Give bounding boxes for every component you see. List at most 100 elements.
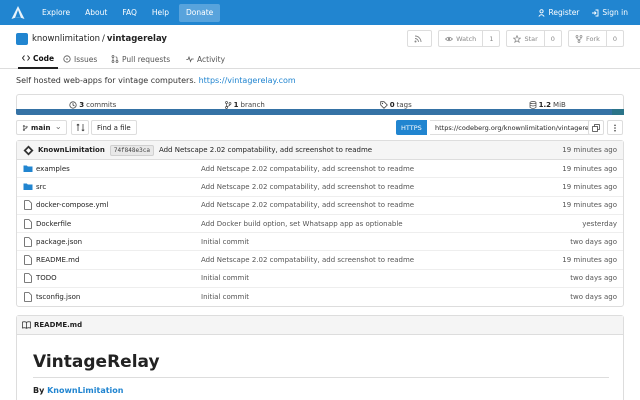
codeberg-logo-icon[interactable]	[10, 5, 26, 21]
tab-pull-requests[interactable]: Pull requests	[111, 49, 170, 69]
author-avatar[interactable]	[23, 145, 34, 156]
repo-avatar	[16, 33, 28, 45]
watch-count[interactable]: 1	[482, 31, 499, 46]
file-name[interactable]: docker-compose.yml	[36, 201, 108, 209]
star-count[interactable]: 0	[543, 31, 561, 46]
readme-divider	[33, 377, 609, 378]
register-link[interactable]: Register	[537, 8, 580, 17]
commits-count: 3	[79, 100, 85, 109]
fork-icon	[575, 34, 583, 43]
file-icon	[23, 218, 33, 229]
tab-activity[interactable]: Activity	[186, 49, 225, 69]
clone-protocol-https[interactable]: HTTPS	[396, 120, 427, 135]
copy-icon	[592, 123, 600, 132]
donate-button[interactable]: Donate	[178, 3, 221, 22]
repo-header: knownlimitation / vintagerelay Watch 1 S…	[16, 30, 624, 47]
file-name[interactable]: package.json	[36, 238, 82, 246]
copy-clone-url-button[interactable]	[588, 120, 604, 135]
find-file-button[interactable]: Find a file	[91, 120, 137, 135]
file-commit-message[interactable]: Add Docker build option, set Whatsapp ap…	[201, 220, 403, 228]
user-add-icon	[537, 8, 545, 17]
file-row-todo[interactable]: TODO Initial commit two days ago	[17, 270, 623, 289]
file-name[interactable]: tsconfig.json	[36, 293, 80, 301]
book-icon	[22, 321, 31, 329]
file-row-readme[interactable]: README.md Add Netscape 2.02 compatabilit…	[17, 251, 623, 270]
nav-help[interactable]: Help	[152, 0, 169, 25]
readme-byline: By KnownLimitation	[33, 386, 123, 395]
commit-message-link[interactable]: Add Netscape 2.02 compatability, add scr…	[159, 146, 372, 154]
repo-owner-link[interactable]: knownlimitation	[32, 34, 100, 44]
code-icon	[22, 55, 30, 61]
nav-explore[interactable]: Explore	[42, 0, 70, 25]
file-row-dockerfile[interactable]: Dockerfile Add Docker build option, set …	[17, 215, 623, 234]
language-bar-secondary-segment[interactable]	[612, 109, 624, 115]
signin-link[interactable]: Sign in	[591, 8, 628, 17]
history-icon	[69, 100, 77, 109]
compare-button[interactable]	[71, 120, 89, 135]
file-row-examples[interactable]: examples Add Netscape 2.02 compatability…	[17, 160, 623, 179]
commit-sha-link[interactable]: 74f848e3ca	[109, 144, 154, 156]
chevron-down-icon	[56, 126, 61, 129]
compare-icon	[76, 123, 84, 132]
watch-button[interactable]: Watch 1	[438, 30, 501, 47]
readme-filename[interactable]: README.md	[34, 321, 82, 329]
file-name[interactable]: src	[36, 183, 46, 191]
file-row-package-json[interactable]: package.json Initial commit two days ago	[17, 233, 623, 252]
readme-title: VintageRelay	[33, 352, 160, 372]
clone-options-button[interactable]	[607, 120, 623, 135]
branches-label: branch	[240, 100, 265, 109]
fork-button[interactable]: Fork 0	[567, 30, 624, 47]
file-name[interactable]: README.md	[36, 256, 79, 264]
pulse-icon	[186, 55, 194, 63]
file-commit-message[interactable]: Add Netscape 2.02 compatability, add scr…	[201, 201, 414, 209]
commits-label: commits	[86, 100, 117, 109]
register-label: Register	[548, 8, 580, 17]
file-icon	[23, 273, 33, 284]
file-name[interactable]: Dockerfile	[36, 220, 71, 228]
file-commit-message[interactable]: Add Netscape 2.02 compatability, add scr…	[201, 183, 414, 191]
repo-website-link[interactable]: https://vintagerelay.com	[199, 76, 296, 85]
file-commit-time: 19 minutes ago	[562, 201, 617, 210]
clone-url-input[interactable]: https://codeberg.org/knownlimitation/vin…	[430, 120, 600, 135]
repo-path-separator: /	[102, 34, 105, 44]
file-icon	[23, 237, 33, 247]
tab-issues-label: Issues	[74, 54, 98, 64]
file-commit-message[interactable]: Initial commit	[201, 274, 249, 282]
fork-count[interactable]: 0	[605, 31, 623, 46]
file-name[interactable]: examples	[36, 165, 70, 173]
file-commit-time: two days ago	[570, 274, 617, 283]
rss-feed-button[interactable]	[407, 30, 433, 47]
tab-activity-label: Activity	[197, 54, 226, 64]
file-icon	[23, 255, 33, 265]
fork-label: Fork	[585, 34, 600, 43]
file-commit-message[interactable]: Initial commit	[201, 293, 249, 301]
repo-name-link[interactable]: vintagerelay	[107, 34, 167, 44]
file-icon	[23, 200, 33, 211]
tag-icon	[380, 100, 388, 109]
file-row-tsconfig[interactable]: tsconfig.json Initial commit two days ag…	[17, 288, 623, 306]
file-commit-time: yesterday	[582, 219, 617, 228]
current-branch: main	[31, 123, 51, 132]
file-commit-message[interactable]: Initial commit	[201, 238, 249, 246]
file-row-src[interactable]: src Add Netscape 2.02 compatability, add…	[17, 178, 623, 197]
file-row-docker-compose[interactable]: docker-compose.yml Add Netscape 2.02 com…	[17, 197, 623, 215]
file-commit-message[interactable]: Add Netscape 2.02 compatability, add scr…	[201, 165, 414, 173]
star-button[interactable]: Star 0	[506, 30, 562, 47]
file-commit-time: 19 minutes ago	[562, 182, 617, 191]
file-commit-time: two days ago	[570, 237, 617, 246]
size-unit: MiB	[553, 100, 566, 109]
pull-request-icon	[111, 55, 119, 63]
file-commit-message[interactable]: Add Netscape 2.02 compatability, add scr…	[201, 256, 414, 264]
language-bar[interactable]	[16, 109, 624, 115]
file-commit-time: two days ago	[570, 293, 617, 302]
nav-about[interactable]: About	[85, 0, 107, 25]
commit-author-link[interactable]: KnownLimitation	[38, 146, 105, 154]
file-name[interactable]: TODO	[36, 274, 57, 282]
repo-description: Self hosted web-apps for vintage compute…	[16, 76, 296, 85]
folder-icon	[23, 164, 33, 174]
branch-selector[interactable]: main	[16, 120, 67, 135]
tab-code[interactable]: Code	[18, 49, 59, 69]
tab-issues[interactable]: Issues	[63, 49, 97, 69]
readme-author-link[interactable]: KnownLimitation	[47, 386, 123, 395]
nav-faq[interactable]: FAQ	[122, 0, 137, 25]
